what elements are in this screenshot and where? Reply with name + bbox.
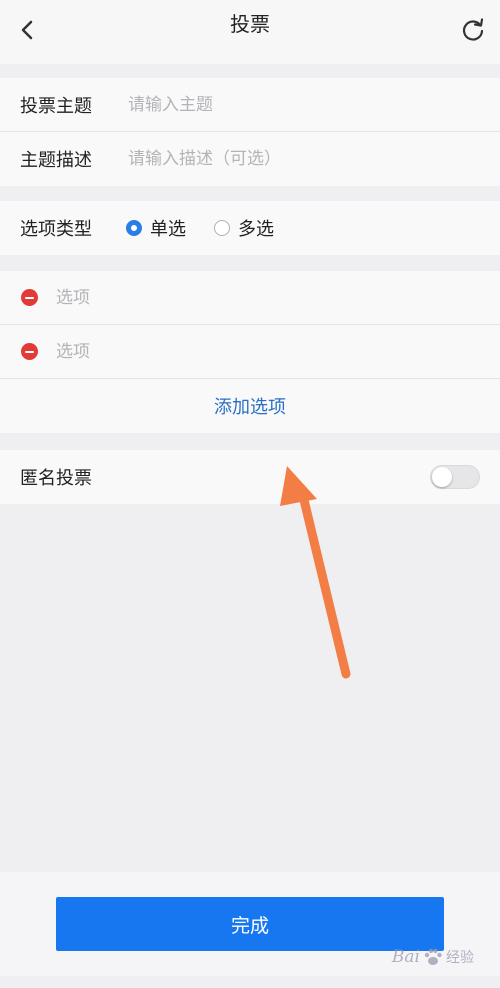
option-row	[0, 325, 500, 379]
anonymous-label: 匿名投票	[20, 468, 92, 489]
option-type-row: 选项类型 单选 多选	[0, 201, 500, 255]
anonymous-section: 匿名投票	[0, 450, 500, 504]
radio-unchecked-icon	[214, 220, 230, 236]
description-row: 主题描述	[0, 132, 500, 186]
topic-row: 投票主题	[0, 78, 500, 132]
add-option-label: 添加选项	[214, 397, 286, 418]
multiple-choice-radio[interactable]: 多选	[214, 215, 274, 241]
anonymous-toggle[interactable]	[430, 465, 480, 489]
option-row	[0, 271, 500, 325]
option-type-label: 选项类型	[20, 219, 92, 240]
option-input[interactable]	[54, 340, 438, 363]
topic-label: 投票主题	[20, 95, 92, 117]
option-type-section: 选项类型 单选 多选	[0, 201, 500, 255]
done-button[interactable]: 完成	[56, 897, 444, 951]
topic-section: 投票主题 主题描述	[0, 78, 500, 186]
description-input[interactable]	[126, 148, 450, 170]
radio-checked-icon	[126, 220, 142, 236]
toggle-knob	[432, 467, 452, 487]
option-type-radio-group: 单选 多选	[126, 215, 302, 241]
remove-option-icon[interactable]	[21, 343, 38, 360]
watermark-latin: Bai	[391, 947, 420, 967]
anonymous-row: 匿名投票	[0, 450, 500, 504]
option-input[interactable]	[54, 286, 438, 309]
single-choice-label: 单选	[150, 219, 186, 240]
add-option-button[interactable]: 添加选项	[0, 379, 500, 433]
single-choice-radio[interactable]: 单选	[126, 215, 186, 241]
navigation-bar: 投票	[0, 0, 500, 64]
multiple-choice-label: 多选	[238, 219, 274, 240]
options-section: 添加选项	[0, 271, 500, 433]
page-title: 投票	[230, 12, 270, 36]
watermark-text: 经验	[446, 950, 474, 966]
paw-icon	[424, 948, 442, 965]
topic-input[interactable]	[126, 93, 450, 116]
remove-option-icon[interactable]	[21, 289, 38, 306]
refresh-icon[interactable]	[458, 14, 488, 46]
watermark: Bai 经验	[392, 946, 474, 968]
description-label: 主题描述	[20, 150, 92, 171]
